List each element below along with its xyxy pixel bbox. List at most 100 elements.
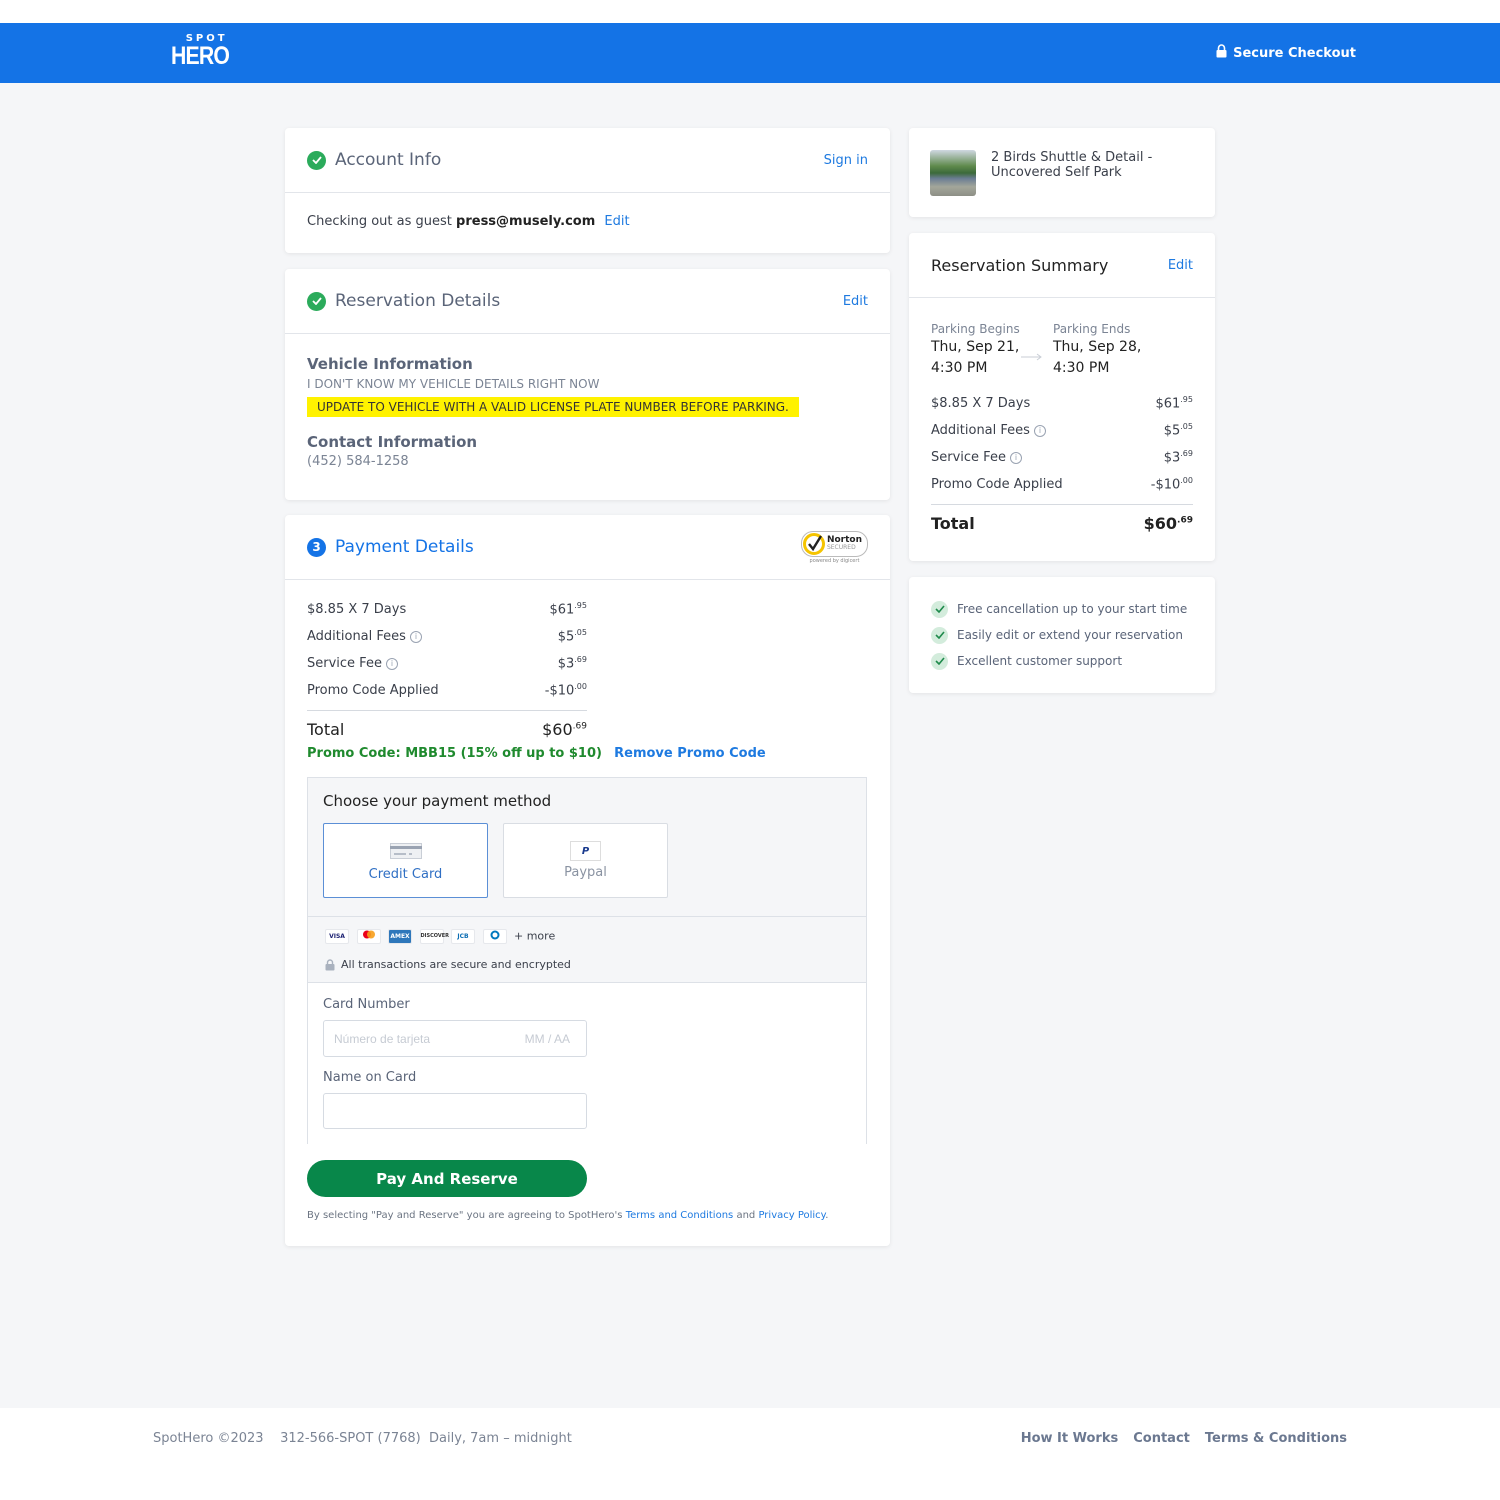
footer-link-how-it-works[interactable]: How It Works — [1021, 1431, 1119, 1446]
card-number-input[interactable]: Número de tarjeta MM / AA — [323, 1020, 587, 1057]
promo-line: Promo Code: MBB15 (15% off up to $10) Re… — [307, 746, 766, 761]
check-icon — [931, 600, 948, 618]
price-line-amount: $5.05 — [557, 628, 587, 645]
price-line-label: Additional Fees i — [931, 423, 1046, 438]
facility-name[interactable]: 2 Birds Shuttle & Detail - Uncovered Sel… — [991, 150, 1152, 180]
guest-line: Checking out as guest press@musely.com E… — [285, 193, 890, 250]
summary-total-label: Total — [931, 514, 975, 533]
terms-note: By selecting "Pay and Reserve" you are a… — [307, 1210, 829, 1221]
lock-icon — [325, 958, 335, 970]
info-icon[interactable]: i — [1033, 425, 1046, 437]
header: SPOT HERO Secure Checkout — [0, 23, 1500, 83]
benefits-card: Free cancellation up to your start time E… — [909, 577, 1215, 693]
info-icon[interactable]: i — [1009, 452, 1022, 464]
price-line-amount: $5.05 — [1163, 422, 1193, 439]
edit-reservation-link[interactable]: Edit — [843, 294, 868, 309]
check-circle-icon — [307, 291, 326, 311]
footer-link-contact[interactable]: Contact — [1133, 1431, 1190, 1446]
benefit-item: Easily edit or extend your reservation — [931, 622, 1193, 648]
terms-link[interactable]: Terms and Conditions — [626, 1210, 734, 1221]
payment-details-card: 3 Payment Details Norton SECURED powered… — [285, 515, 890, 1246]
contact-phone: (452) 584-1258 — [307, 454, 409, 469]
sign-in-link[interactable]: Sign in — [824, 153, 868, 168]
price-line-label: $8.85 X 7 Days — [307, 602, 407, 617]
diners-icon — [482, 929, 507, 944]
remove-promo-link[interactable]: Remove Promo Code — [614, 746, 766, 761]
credit-card-option[interactable]: Credit Card — [323, 823, 488, 898]
card-number-placeholder: Número de tarjeta — [334, 1032, 431, 1046]
reservation-summary-card: Reservation Summary Edit Parking Begins … — [909, 233, 1215, 561]
credit-card-icon — [389, 843, 422, 859]
price-line-label: $8.85 X 7 Days — [931, 396, 1031, 411]
norton-powered: powered by digicert — [809, 557, 860, 564]
vehicle-info-title: Vehicle Information — [307, 355, 473, 373]
price-line-amount: $61.95 — [1155, 395, 1193, 412]
name-on-card-label: Name on Card — [323, 1070, 417, 1085]
reservation-details-title: Reservation Details — [335, 291, 501, 311]
account-info-title: Account Info — [335, 150, 442, 170]
paypal-icon: P — [570, 841, 601, 861]
benefit-text: Free cancellation up to your start time — [957, 602, 1188, 616]
benefit-text: Easily edit or extend your reservation — [957, 628, 1183, 642]
name-on-card-input[interactable] — [323, 1093, 587, 1129]
discover-icon: DISCOVER — [419, 929, 449, 944]
amex-icon: AMEX — [388, 929, 412, 944]
info-icon[interactable]: i — [409, 631, 422, 643]
privacy-link[interactable]: Privacy Policy — [758, 1210, 825, 1221]
parking-ends: Parking Ends Thu, Sep 28, 4:30 PM — [1053, 322, 1141, 379]
price-line: Promo Code Applied -$10.00 — [931, 471, 1193, 498]
edit-summary-link[interactable]: Edit — [1168, 258, 1193, 273]
price-line-label: Service Fee i — [307, 656, 398, 671]
pay-and-reserve-button[interactable]: Pay And Reserve — [307, 1160, 587, 1197]
summary-header: Reservation Summary Edit — [909, 233, 1215, 298]
facility-photo — [930, 150, 976, 196]
payment-total-amount: $60.69 — [542, 720, 587, 739]
logo-hero: HERO — [171, 42, 230, 70]
payment-total-row: Total $60.69 — [307, 710, 587, 739]
footer-phone: 312-566-SPOT (7768) — [280, 1431, 421, 1446]
price-line: Additional Fees i $5.05 — [931, 417, 1193, 444]
price-line: Service Fee i $3.69 — [307, 650, 587, 677]
norton-check-icon — [802, 532, 825, 555]
facility-card: 2 Birds Shuttle & Detail - Uncovered Sel… — [909, 128, 1215, 217]
secure-checkout-label: Secure Checkout — [1233, 45, 1356, 61]
paypal-label: Paypal — [564, 865, 607, 880]
price-line-label: Additional Fees i — [307, 629, 422, 644]
summary-title: Reservation Summary — [931, 255, 1109, 275]
payment-details-header: 3 Payment Details Norton SECURED powered… — [285, 515, 890, 580]
promo-code-text: Promo Code: MBB15 (15% off up to $10) — [307, 746, 602, 761]
payment-method-box: Choose your payment method Credit Card P… — [307, 777, 867, 1144]
edit-email-link[interactable]: Edit — [604, 214, 629, 229]
step-number-icon: 3 — [307, 537, 326, 557]
payment-details-title: Payment Details — [335, 537, 474, 557]
account-info-card: Account Info Sign in Checking out as gue… — [285, 128, 890, 253]
credit-card-label: Credit Card — [368, 867, 443, 882]
paypal-option[interactable]: P Paypal — [503, 823, 668, 898]
price-line-amount: $61.95 — [549, 601, 587, 618]
terms-and: and — [736, 1210, 756, 1221]
spothero-logo[interactable]: SPOT HERO — [171, 34, 239, 69]
parking-ends-value: Thu, Sep 28, 4:30 PM — [1053, 339, 1142, 376]
check-circle-icon — [307, 150, 326, 170]
mastercard-icon — [356, 929, 381, 944]
footer: SpotHero ©2023 312-566-SPOT (7768) Daily… — [0, 1408, 1500, 1500]
parking-begins-value: Thu, Sep 21, 4:30 PM — [931, 339, 1020, 376]
payment-total-label: Total — [307, 720, 345, 739]
footer-info: SpotHero ©2023 312-566-SPOT (7768) Daily… — [153, 1431, 572, 1446]
benefit-item: Excellent customer support — [931, 648, 1193, 674]
footer-link-terms[interactable]: Terms & Conditions — [1205, 1431, 1347, 1446]
more-brands: + more — [514, 929, 556, 943]
jcb-icon: JCB — [451, 929, 475, 944]
account-info-header: Account Info Sign in — [285, 128, 890, 193]
benefit-text: Excellent customer support — [957, 654, 1123, 668]
expiry-input[interactable]: MM / AA — [525, 1032, 570, 1046]
footer-copyright: SpotHero ©2023 — [153, 1431, 264, 1446]
reservation-details-card: Reservation Details Edit Vehicle Informa… — [285, 269, 890, 500]
vehicle-info-value: I DON'T KNOW MY VEHICLE DETAILS RIGHT NO… — [307, 377, 600, 391]
info-icon[interactable]: i — [385, 658, 398, 670]
footer-hours: Daily, 7am – midnight — [429, 1431, 572, 1446]
parking-ends-label: Parking Ends — [1053, 322, 1131, 336]
guest-email: press@musely.com — [456, 214, 596, 229]
top-strip — [0, 0, 1500, 23]
price-line: Promo Code Applied -$10.00 — [307, 677, 587, 704]
